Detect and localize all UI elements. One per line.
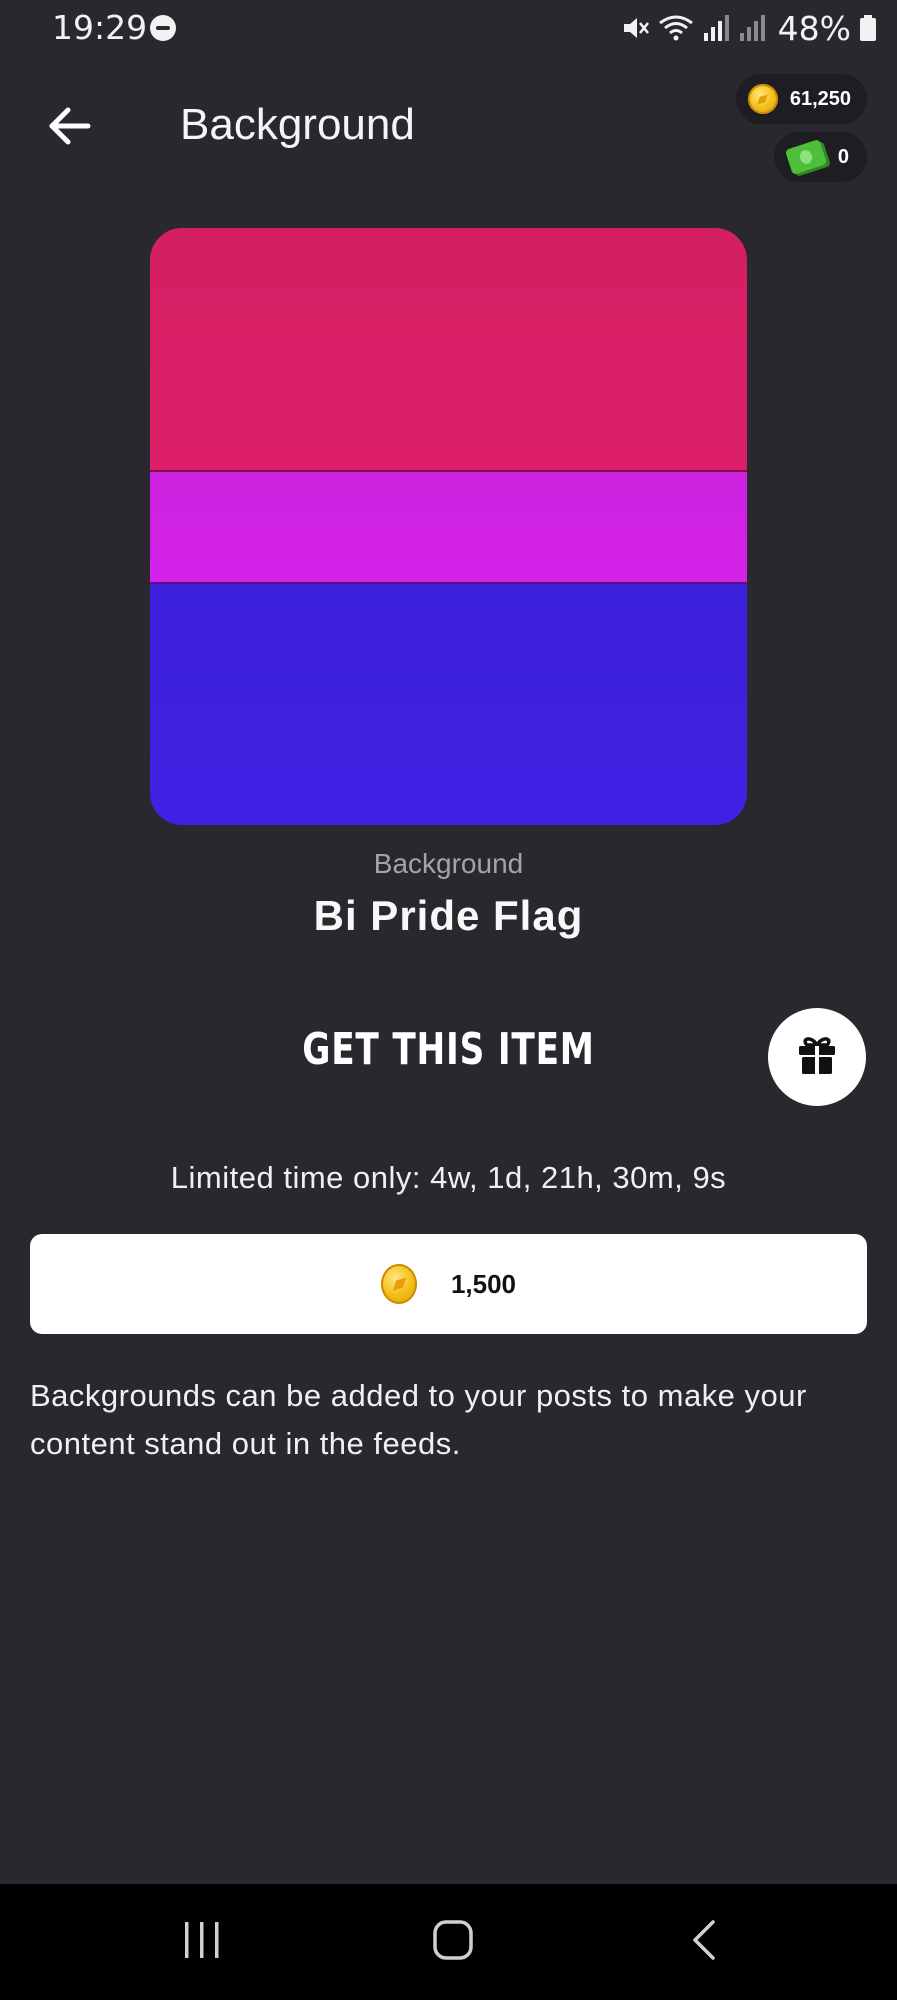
flag-stripe-purple [150, 472, 747, 584]
back-button[interactable] [40, 100, 100, 156]
gift-icon [795, 1033, 839, 1081]
battery-percent: 48% [777, 8, 851, 48]
page-title: Background [180, 100, 415, 149]
coin-balance-value: 61,250 [789, 87, 851, 110]
item-category: Background [373, 848, 524, 879]
system-nav-bar [0, 1884, 897, 2000]
chevron-left-icon [689, 1918, 719, 1966]
price-label: 1,500 [450, 1268, 517, 1299]
battery-icon [859, 13, 877, 43]
do-not-disturb-icon [150, 15, 176, 41]
signal-icon-sim2 [738, 13, 766, 43]
cash-icon [784, 139, 828, 175]
coin-balance[interactable]: 61,250 [735, 74, 867, 124]
flag-stripe-blue [150, 584, 747, 825]
get-item-heading: GET THIS ITEM [302, 1024, 595, 1075]
cash-balance-value: 0 [837, 145, 849, 168]
status-time: 19:29 [52, 8, 148, 47]
limited-time-countdown: Limited time only: 4w, 1d, 21h, 30m, 9s [170, 1160, 727, 1195]
system-back-button[interactable] [644, 1884, 764, 2000]
flag-stripe-pink [150, 228, 747, 472]
recent-apps-button[interactable] [142, 1884, 262, 2000]
coin-icon [380, 1264, 417, 1304]
status-icons: 48% [620, 8, 877, 48]
recent-apps-icon [182, 1920, 222, 1964]
home-button[interactable] [393, 1884, 513, 2000]
arrow-left-icon [48, 106, 92, 150]
gift-button[interactable] [768, 1008, 866, 1106]
cash-balance[interactable]: 0 [773, 132, 867, 182]
item-name: Bi Pride Flag [313, 892, 584, 939]
status-bar: 19:29 48% [0, 0, 897, 58]
mute-icon [620, 13, 650, 43]
item-description: Backgrounds can be added to your posts t… [30, 1378, 807, 1461]
signal-icon-sim1 [702, 13, 730, 43]
app-screen: 19:29 48% Background 61,250 0 Background… [0, 0, 897, 2000]
item-preview-image [150, 228, 747, 825]
home-icon [431, 1918, 475, 1966]
coin-icon [747, 84, 778, 114]
buy-with-coins-button[interactable]: 1,500 [30, 1234, 867, 1334]
wifi-icon [658, 13, 694, 43]
